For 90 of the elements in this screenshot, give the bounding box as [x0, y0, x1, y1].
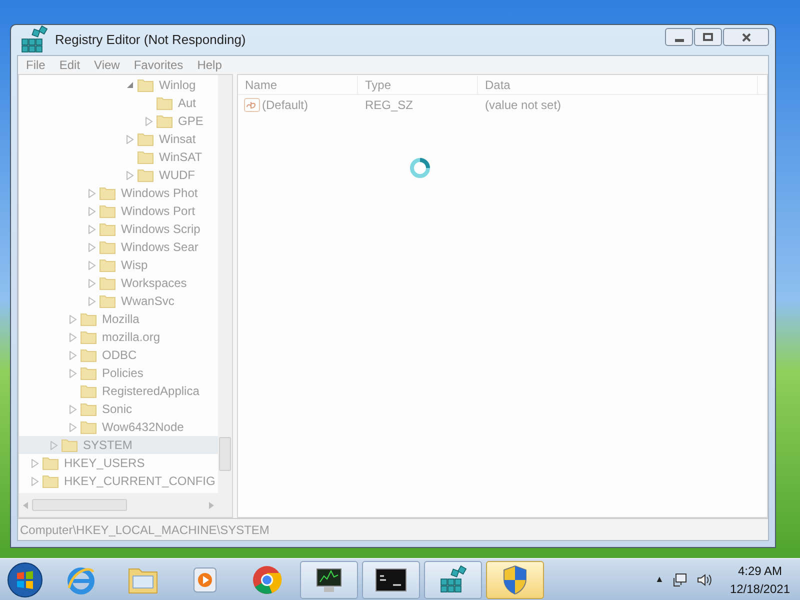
folder-icon	[80, 312, 97, 326]
expanded-arrow-icon[interactable]	[126, 81, 134, 89]
tree-item[interactable]: mozilla.org	[19, 328, 218, 346]
folder-icon	[80, 384, 97, 398]
tree-item[interactable]: HKEY_USERS	[19, 454, 218, 472]
column-header[interactable]: Data	[478, 76, 758, 94]
tree-item[interactable]: RegisteredApplica	[19, 382, 218, 400]
tree-item[interactable]: GPE	[19, 112, 218, 130]
tree-item[interactable]: Policies	[19, 364, 218, 382]
menu-item[interactable]: Help	[191, 56, 228, 74]
tree-item[interactable]: Wisp	[19, 256, 218, 274]
tree-item[interactable]: ODBC	[19, 346, 218, 364]
column-header[interactable]: Type	[358, 76, 478, 94]
table-cell-text: REG_SZ	[364, 97, 414, 114]
folder-icon	[99, 258, 116, 272]
folder-icon	[156, 96, 173, 110]
scroll-left-icon[interactable]	[23, 502, 28, 508]
tree-item[interactable]: WUDF	[19, 166, 218, 184]
folder-icon	[99, 186, 116, 200]
tree-item[interactable]: Wow6432Node	[19, 418, 218, 436]
tree-item[interactable]: WwanSvc	[19, 292, 218, 310]
scroll-right-icon[interactable]	[209, 502, 214, 508]
folder-icon	[99, 240, 116, 254]
window-title: Registry Editor (Not Responding)	[55, 31, 246, 50]
folder-icon	[61, 438, 78, 452]
monitor-icon	[314, 566, 344, 594]
loading-spinner-icon	[409, 157, 431, 179]
start-orb-icon[interactable]	[7, 562, 43, 598]
folder-icon	[137, 168, 154, 182]
folder-icon	[99, 294, 116, 308]
folder-icon	[137, 78, 154, 92]
clock-date[interactable]: 12/18/2021	[730, 580, 790, 598]
folder-icon	[156, 114, 173, 128]
taskbar-button[interactable]	[362, 560, 420, 598]
tree-item[interactable]: HKEY_CURRENT_CONFIG	[19, 472, 218, 490]
chrome-logo-icon	[252, 564, 282, 594]
tree-item[interactable]: Windows Port	[19, 202, 218, 220]
cubes-icon	[19, 25, 49, 55]
folder-icon	[42, 456, 59, 470]
command-prompt-icon	[375, 568, 407, 592]
menu-item[interactable]: View	[88, 56, 126, 74]
folder-icon	[99, 276, 116, 290]
maximize-button[interactable]	[694, 28, 722, 46]
menu-item[interactable]: File	[20, 56, 52, 74]
column-header[interactable]: Name	[238, 76, 358, 94]
collapsed-arrow-icon[interactable]	[126, 134, 134, 144]
folder-icon	[80, 348, 97, 362]
folder-icon	[137, 150, 154, 164]
folder-icon	[80, 402, 97, 416]
vertical-scrollbar[interactable]	[218, 75, 232, 493]
status-text: Computer\HKEY_LOCAL_MACHINE\SYSTEM	[20, 522, 270, 538]
folder-icon	[127, 566, 159, 594]
menu-item[interactable]: Edit	[53, 56, 86, 74]
close-icon	[742, 32, 750, 42]
speaker-icon[interactable]	[696, 572, 712, 588]
tree-item[interactable]: Windows Sear	[19, 238, 218, 256]
clock-time[interactable]: 4:29 AM	[738, 562, 782, 580]
play-icon	[192, 566, 218, 594]
minimize-button[interactable]	[665, 28, 693, 46]
tree-item[interactable]: SYSTEM	[19, 436, 218, 454]
tree-item[interactable]: WinSAT	[19, 148, 218, 166]
folder-icon	[80, 366, 97, 380]
tree-item[interactable]: Windows Scrip	[19, 220, 218, 238]
close-button[interactable]	[723, 28, 769, 46]
collapsed-arrow-icon[interactable]	[50, 440, 58, 450]
folder-icon	[137, 132, 154, 146]
tree-item[interactable]: Workspaces	[19, 274, 218, 292]
collapsed-arrow-icon[interactable]	[145, 116, 153, 126]
tree-item[interactable]: Aut	[19, 94, 218, 112]
folder-icon	[42, 474, 59, 488]
show-hidden-icons-button[interactable]: ▲	[655, 572, 664, 586]
folder-icon	[99, 204, 116, 218]
table-cell-text: (Default)	[262, 97, 308, 114]
tree-item[interactable]: Winsat	[19, 130, 218, 148]
tree-item[interactable]: Sonic	[19, 400, 218, 418]
folder-icon	[80, 330, 97, 344]
taskbar-button[interactable]	[300, 560, 358, 598]
tree-item[interactable]: Windows Phot	[19, 184, 218, 202]
folder-icon	[80, 420, 97, 434]
shield-icon	[502, 564, 528, 594]
table-cell-text: (value not set)	[484, 97, 562, 114]
network-icon[interactable]	[672, 572, 688, 588]
tree-item[interactable]: Winlog	[19, 76, 218, 94]
string-value-icon	[244, 98, 260, 112]
tree-item[interactable]: Mozilla	[19, 310, 218, 328]
folder-icon	[99, 222, 116, 236]
menu-item[interactable]: Favorites	[128, 56, 190, 74]
cubes-icon	[438, 564, 468, 594]
collapsed-arrow-icon[interactable]	[126, 170, 134, 180]
horizontal-scrollbar[interactable]	[19, 493, 232, 517]
